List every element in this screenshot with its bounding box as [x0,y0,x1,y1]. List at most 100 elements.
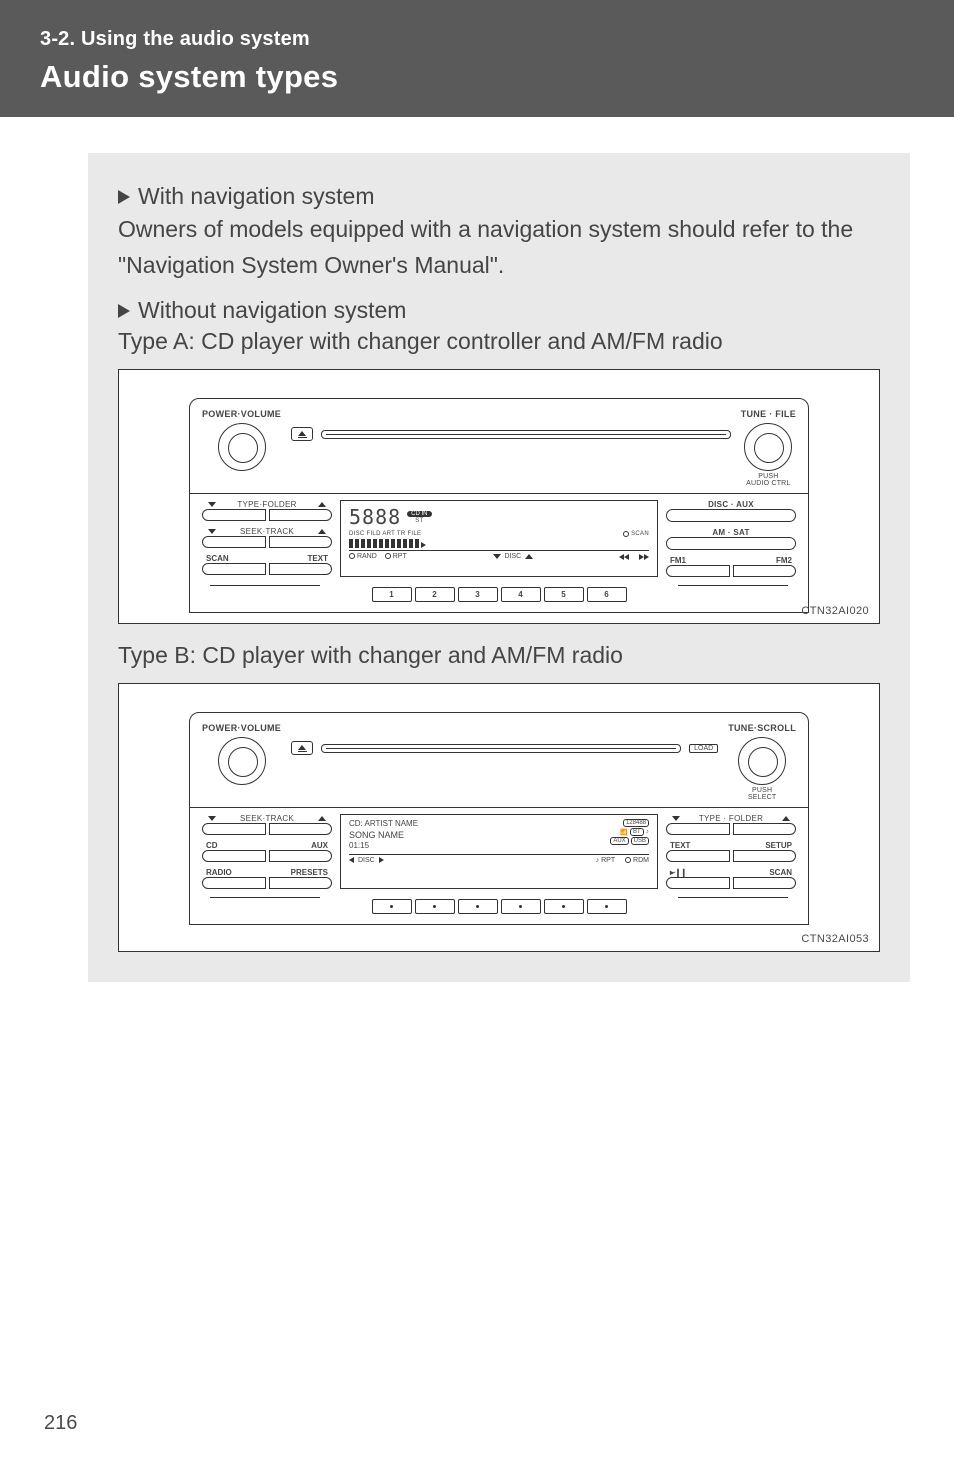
signal-icon: 📶 [620,829,628,836]
power-volume-label: POWER·VOLUME [202,409,281,419]
text-button[interactable] [269,563,333,575]
content-panel: With navigation system Owners of models … [88,153,910,982]
bullet-without-nav: Without navigation system [118,297,880,324]
rdm-indicator: RDM [633,857,649,864]
tune-file-label: TUNE · FILE [741,409,796,419]
seek-track-label: SEEK·TRACK [240,527,294,536]
triangle-up-icon [379,857,384,863]
display-screen-b: CD: ARTIST NAME SONG NAME 01:15 128488 📶… [340,814,658,889]
cd-slot[interactable] [321,744,681,753]
preset-2[interactable]: 2 [415,587,455,602]
music-note-icon: ♪ [646,829,649,835]
page-number: 216 [44,1412,77,1435]
bt-indicator: BT [630,828,644,836]
preset-3[interactable]: 3 [458,587,498,602]
disc-file-indicators: DISC FILD ART TR FILE [349,531,421,537]
disc-aux-button[interactable] [666,509,796,522]
st-indicator: ST [415,518,423,524]
rpt-indicator: RPT [393,553,407,560]
text-label: TEXT [670,841,690,850]
preset-4[interactable] [501,899,541,914]
scan-label: SCAN [769,868,792,877]
triangle-bullet-icon [118,190,130,204]
text-label: TEXT [308,554,328,563]
preset-2[interactable] [415,899,455,914]
preset-5[interactable] [544,899,584,914]
type-folder-rocker[interactable] [202,509,332,521]
chevron-up-icon [525,554,533,559]
cd-button[interactable] [202,850,266,862]
fast-forward-icon [639,554,649,560]
setup-button[interactable] [733,850,797,862]
power-volume-knob-group: POWER·VOLUME [202,723,281,785]
power-volume-knob-group: POWER·VOLUME [202,409,281,471]
type-folder-label: TYPE · FOLDER [699,814,763,823]
track-number-indicator: 128488 [623,819,649,827]
chevron-up-icon [318,502,326,507]
figure-id-b: CTN32AI053 [801,933,869,945]
fm2-button[interactable] [733,565,797,577]
radio-label: RADIO [206,868,232,877]
preset-row-b [190,897,808,924]
radio-unit-a: POWER·VOLUME TUNE · [189,398,809,613]
am-sat-button[interactable] [666,537,796,550]
figure-id-a: CTN32AI020 [801,605,869,617]
triangle-down-icon [349,857,354,863]
nav-owners-paragraph: Owners of models equipped with a navigat… [118,212,880,283]
preset-3[interactable] [458,899,498,914]
play-pause-button[interactable] [666,877,730,889]
seek-track-rocker[interactable] [202,823,332,835]
song-name-line: SONG NAME [349,830,418,842]
usb-indicator: USB [631,837,649,845]
artist-name-line: CD: ARTIST NAME [349,819,418,829]
power-volume-knob[interactable] [218,423,266,471]
time-line: 01:15 [349,841,418,851]
chevron-down-icon [208,529,216,534]
presets-label: PRESETS [291,868,328,877]
aux-button[interactable] [269,850,333,862]
play-pause-label: ▸·❙❙ [670,868,686,877]
preset-1[interactable] [372,899,412,914]
tune-scroll-knob-group: TUNE·SCROLL PUSH SELECT [728,723,796,801]
type-b-caption: Type B: CD player with changer and AM/FM… [118,642,880,669]
setup-label: SETUP [765,841,792,850]
scan-button[interactable] [202,563,266,575]
chevron-down-icon [672,816,680,821]
scan-button[interactable] [733,877,797,889]
music-note-icon: ♪ [596,857,600,864]
text-button[interactable] [666,850,730,862]
type-folder-rocker[interactable] [666,823,796,835]
tune-file-knob[interactable] [744,423,792,471]
scan-indicator: SCAN [631,531,649,537]
load-button[interactable]: LOAD [689,744,718,753]
chevron-up-icon [318,816,326,821]
fm1-button[interactable] [666,565,730,577]
preset-6[interactable] [587,899,627,914]
tune-scroll-knob[interactable] [738,737,786,785]
cd-slot[interactable] [321,430,731,439]
eject-button[interactable] [291,741,313,755]
preset-6[interactable]: 6 [587,587,627,602]
power-volume-knob[interactable] [218,737,266,785]
page-title: Audio system types [40,59,914,95]
eject-icon [298,745,306,750]
disc-bars [349,539,649,548]
fm1-label: FM1 [670,556,686,565]
cd-in-indicator: CD IN [407,511,431,517]
radio-button[interactable] [202,877,266,889]
chevron-down-icon [208,502,216,507]
presets-button[interactable] [269,877,333,889]
preset-4[interactable]: 4 [501,587,541,602]
preset-1[interactable]: 1 [372,587,412,602]
rewind-icon [619,554,629,560]
tune-file-knob-group: TUNE · FILE PUSH AUDIO CTRL [741,409,796,487]
disc-aux-label: DISC · AUX [666,500,796,509]
radio-unit-b: POWER·VOLUME LOAD [189,712,809,925]
seek-track-rocker[interactable] [202,536,332,548]
bullet-text: Without navigation system [138,297,406,324]
preset-5[interactable]: 5 [544,587,584,602]
eject-button[interactable] [291,427,313,441]
chevron-up-icon [782,816,790,821]
play-icon [421,542,426,548]
power-volume-label: POWER·VOLUME [202,723,281,733]
